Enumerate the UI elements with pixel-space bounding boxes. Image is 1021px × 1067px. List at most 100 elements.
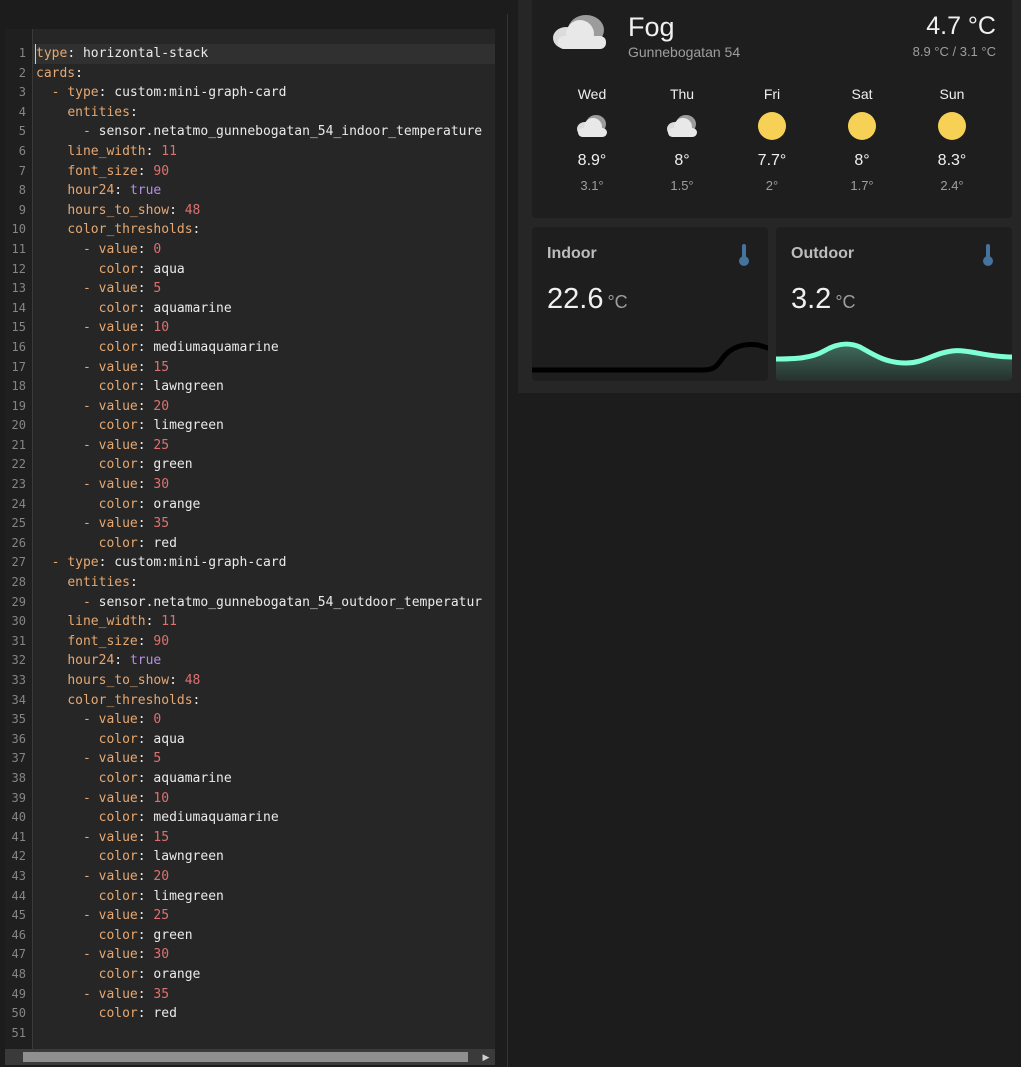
line-number: 31	[11, 633, 26, 648]
code-line[interactable]: 3 - type: custom:mini-graph-card	[5, 83, 495, 103]
code-line[interactable]: 8 hour24: true	[5, 181, 495, 201]
code-line[interactable]: 51	[5, 1024, 495, 1044]
code-line[interactable]: 35 - value: 0	[5, 710, 495, 730]
code-line[interactable]: 6 line_width: 11	[5, 142, 495, 162]
line-content: color_thresholds:	[36, 691, 200, 711]
sensor-name: Indoor	[547, 245, 597, 262]
line-number: 39	[11, 790, 26, 805]
forecast-low: 1.5°	[670, 178, 694, 193]
horizontal-scrollbar[interactable]: ▶	[5, 1049, 495, 1065]
code-token: -	[82, 868, 99, 884]
code-token: value	[98, 241, 138, 257]
line-content: - value: 25	[36, 436, 169, 456]
code-line[interactable]: 48 color: orange	[5, 965, 495, 985]
code-line[interactable]: 34 color_thresholds:	[5, 691, 495, 711]
code-token: color	[98, 261, 138, 277]
code-line[interactable]: 49 - value: 35	[5, 985, 495, 1005]
code-line[interactable]: 15 - value: 10	[5, 318, 495, 338]
line-content: - value: 15	[36, 828, 169, 848]
line-number: 9	[18, 202, 26, 217]
code-line[interactable]: 17 - value: 15	[5, 358, 495, 378]
code-line[interactable]: 27 - type: custom:mini-graph-card	[5, 553, 495, 573]
code-line[interactable]: 12 color: aqua	[5, 260, 495, 280]
outdoor-sensor-card[interactable]: Outdoor 3.2 °C	[776, 227, 1012, 381]
code-line[interactable]: 43 - value: 20	[5, 867, 495, 887]
scroll-right-arrow-icon[interactable]: ▶	[479, 1050, 493, 1064]
line-content: color: mediumaquamarine	[36, 808, 279, 828]
code-line[interactable]: 40 color: mediumaquamarine	[5, 808, 495, 828]
code-line[interactable]: 29 - sensor.netatmo_gunnebogatan_54_outd…	[5, 593, 495, 613]
line-number: 18	[11, 379, 26, 394]
code-line[interactable]: 45 - value: 25	[5, 906, 495, 926]
code-token: : green	[137, 927, 193, 943]
code-token: entities	[67, 575, 130, 591]
line-number: 22	[11, 457, 26, 472]
code-line[interactable]: 2 cards:	[5, 64, 495, 84]
code-token: 10	[153, 790, 170, 806]
code-line[interactable]: 19 - value: 20	[5, 397, 495, 417]
code-line[interactable]: 26 color: red	[5, 534, 495, 554]
yaml-code-editor[interactable]: 1 type: horizontal-stack 2 cards: 3 - type: …	[5, 29, 495, 1065]
code-line[interactable]: 9 hours_to_show: 48	[5, 201, 495, 221]
code-line[interactable]: 32 hour24: true	[5, 651, 495, 671]
cloudy-icon	[637, 106, 727, 146]
code-token: color	[98, 731, 138, 747]
weather-forecast-card[interactable]: Fog Gunnebogatan 54 4.7 °C 8.9 °C / 3.1 …	[532, 0, 1012, 218]
code-line[interactable]: 30 line_width: 11	[5, 612, 495, 632]
code-token: :	[137, 790, 154, 806]
code-line[interactable]: 18 color: lawngreen	[5, 377, 495, 397]
code-lines[interactable]: 1 type: horizontal-stack 2 cards: 3 - type: …	[5, 44, 495, 1043]
code-line[interactable]: 22 color: green	[5, 455, 495, 475]
line-number: 7	[18, 163, 26, 178]
code-line[interactable]: 46 color: green	[5, 926, 495, 946]
code-line[interactable]: 14 color: aquamarine	[5, 299, 495, 319]
code-line[interactable]: 21 - value: 25	[5, 436, 495, 456]
code-line[interactable]: 23 - value: 30	[5, 475, 495, 495]
code-token: :	[137, 516, 154, 532]
code-line[interactable]: 41 - value: 15	[5, 828, 495, 848]
code-token: 20	[153, 868, 170, 884]
code-line[interactable]: 13 - value: 5	[5, 279, 495, 299]
code-line[interactable]: 1 type: horizontal-stack	[5, 44, 495, 64]
code-token: :	[137, 359, 154, 375]
panel-divider[interactable]	[507, 14, 508, 1067]
code-line[interactable]: 50 color: red	[5, 1004, 495, 1024]
code-line[interactable]: 31 font_size: 90	[5, 632, 495, 652]
code-token: value	[98, 868, 138, 884]
code-line[interactable]: 37 - value: 5	[5, 749, 495, 769]
code-line[interactable]: 47 - value: 30	[5, 945, 495, 965]
sensor-unit: °C	[607, 292, 628, 312]
code-line[interactable]: 33 hours_to_show: 48	[5, 671, 495, 691]
code-line[interactable]: 11 - value: 0	[5, 240, 495, 260]
scrollbar-thumb[interactable]	[23, 1052, 468, 1062]
code-line[interactable]: 39 - value: 10	[5, 789, 495, 809]
code-line[interactable]: 4 entities:	[5, 103, 495, 123]
code-token: : orange	[137, 966, 201, 982]
code-line[interactable]: 20 color: limegreen	[5, 416, 495, 436]
code-token: -	[82, 829, 99, 845]
line-number: 2	[18, 65, 26, 80]
code-line[interactable]: 10 color_thresholds:	[5, 220, 495, 240]
code-line[interactable]: 36 color: aqua	[5, 730, 495, 750]
code-token: -	[82, 712, 99, 728]
code-line[interactable]: 44 color: limegreen	[5, 887, 495, 907]
sensor-unit: °C	[835, 292, 856, 312]
weather-location: Gunnebogatan 54	[628, 44, 741, 60]
thermometer-icon	[738, 243, 750, 272]
code-token: 15	[153, 829, 170, 845]
code-line[interactable]: 25 - value: 35	[5, 514, 495, 534]
code-line[interactable]: 28 entities:	[5, 573, 495, 593]
code-token: -	[82, 986, 99, 1002]
code-token: value	[98, 437, 138, 453]
code-token: :	[137, 633, 154, 649]
code-token: sensor.netatmo_gunnebogatan_54_indoor_te…	[98, 124, 483, 140]
code-line[interactable]: 24 color: orange	[5, 495, 495, 515]
code-line[interactable]: 7 font_size: 90	[5, 162, 495, 182]
code-line[interactable]: 5 - sensor.netatmo_gunnebogatan_54_indoo…	[5, 122, 495, 142]
code-line[interactable]: 42 color: lawngreen	[5, 847, 495, 867]
indoor-sensor-card[interactable]: Indoor 22.6 °C	[532, 227, 768, 381]
code-line[interactable]: 16 color: mediumaquamarine	[5, 338, 495, 358]
code-line[interactable]: 38 color: aquamarine	[5, 769, 495, 789]
